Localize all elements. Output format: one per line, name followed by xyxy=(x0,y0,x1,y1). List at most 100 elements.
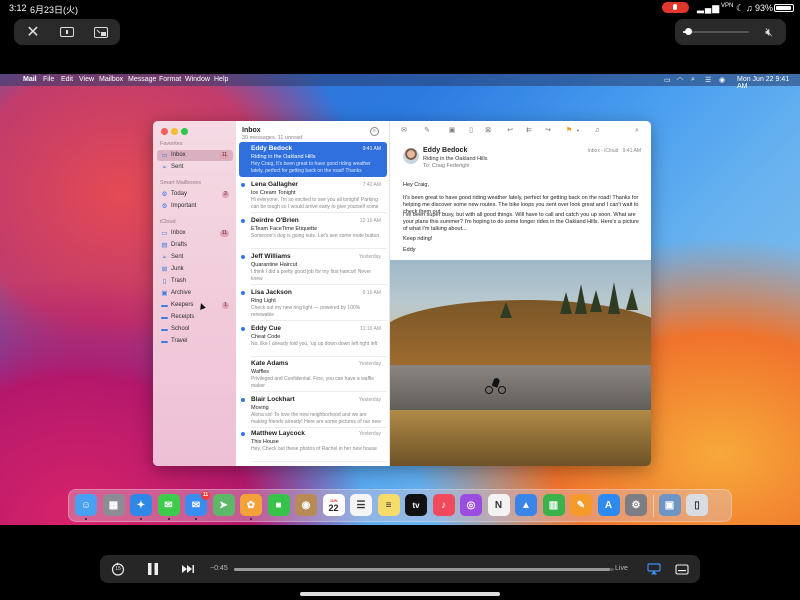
sidebar-item-keepers[interactable]: ▬ Keepers 1 xyxy=(157,300,233,311)
dock-app-keynote[interactable]: ▲ xyxy=(515,494,537,516)
pause-button[interactable] xyxy=(144,560,162,578)
list-item[interactable]: Blair Lockhart Yesterday Moving Aloha sis! … xyxy=(239,393,387,428)
sidebar-item-important[interactable]: ⚙ Important xyxy=(157,201,233,212)
pip-resize-button[interactable] xyxy=(50,19,84,45)
sidebar-item-junk[interactable]: ⊠ Junk xyxy=(157,264,233,275)
list-item[interactable]: Matthew Laycock Yesterday This House Hey, C… xyxy=(239,427,387,462)
dock-app-pages[interactable]: ✎ xyxy=(570,494,592,516)
message-time: 11:16 AM xyxy=(360,326,381,332)
filter-icon[interactable]: ≡ xyxy=(370,127,379,136)
list-item[interactable]: Eddy Bedock 9:41 AM Riding in the Oakland … xyxy=(239,142,387,177)
menu-help[interactable]: Help xyxy=(214,76,228,83)
dock-app-photos[interactable]: ✿ xyxy=(240,494,262,520)
sidebar-item-fav-sent[interactable]: ➢ Sent xyxy=(157,162,233,173)
wifi-menu-icon[interactable]: ◠ xyxy=(677,76,683,84)
bell-icon[interactable]: ♫ xyxy=(593,127,601,135)
forward-icon[interactable]: ↪ xyxy=(544,127,552,135)
search-icon[interactable]: ⌕ xyxy=(691,76,695,84)
dock-app-launchpad[interactable]: ▦ xyxy=(102,494,125,516)
list-item[interactable]: Deirdre O'Brien 12:16 AM ETeam FaceTime Et… xyxy=(239,214,387,249)
system-preferences-icon: ⚙ xyxy=(631,499,641,511)
dock-app-contacts[interactable]: ◉ xyxy=(295,494,317,516)
sidebar-item-receipts[interactable]: ▬ Receipts xyxy=(157,312,233,323)
menu-edit[interactable]: Edit xyxy=(61,76,73,83)
airplay-icon[interactable] xyxy=(645,560,663,578)
dock-app-notes[interactable]: ≡ xyxy=(377,494,400,516)
dock-app-maps[interactable]: ➤ xyxy=(212,494,235,516)
volume-slider[interactable] xyxy=(683,28,749,35)
menu-mail[interactable]: Mail xyxy=(23,76,37,83)
sidebar-item-school[interactable]: ▬ School xyxy=(157,324,233,335)
dock-app-trash[interactable]: ▯ xyxy=(686,494,708,516)
dock-app-system-preferences[interactable]: ⚙ xyxy=(625,494,647,516)
siri-icon[interactable]: ◉ xyxy=(719,76,725,84)
message-subject: Quarantine Haircut xyxy=(251,262,298,268)
dock-app-music[interactable]: ♪ xyxy=(432,494,455,516)
pip-exit-icon[interactable] xyxy=(84,19,118,45)
search-icon[interactable]: ⌕ xyxy=(633,127,641,135)
subtitles-icon[interactable] xyxy=(673,560,691,578)
dock-app-preview[interactable]: ▣ xyxy=(658,494,681,516)
airplay-icon[interactable]: ▭ xyxy=(664,76,671,84)
junk-icon[interactable]: ⊠ xyxy=(484,127,492,135)
sidebar-item-archive[interactable]: ▣ Archive xyxy=(157,288,233,299)
volume-control: 🔇︎ xyxy=(675,19,786,45)
chevron-down-icon[interactable]: ▼ xyxy=(574,127,582,135)
menu-message[interactable]: Message xyxy=(128,76,156,83)
reminders-icon: ☰ xyxy=(356,499,366,511)
dock-app-messages[interactable]: ✉ xyxy=(157,494,180,520)
dock-app-mail[interactable]: ✉ 11 xyxy=(185,491,210,520)
sidebar-item-sent[interactable]: ➢ Sent xyxy=(157,252,233,263)
compose-icon[interactable]: ✎ xyxy=(423,127,431,135)
dock-app-numbers[interactable]: ▥ xyxy=(542,494,565,516)
envelope-icon[interactable]: ✉ xyxy=(400,127,408,135)
dock: ☺ ▦ ✦ ✉ ✉ 11 ➤ ✿ ■ ◉ JUN 22 ☰ ≡ tv ♪ ◎ N ▲ ▥ ✎ A ⚙ ▣ ▯ xyxy=(68,489,732,522)
dock-app-facetime[interactable]: ■ xyxy=(267,494,290,516)
archive-icon[interactable]: ▣ xyxy=(448,127,456,135)
trash-icon[interactable]: ▯ xyxy=(467,127,475,135)
dock-app-news[interactable]: N xyxy=(487,494,510,516)
skip-forward-icon[interactable] xyxy=(179,560,197,578)
menu-mailbox[interactable]: Mailbox xyxy=(99,76,123,83)
dock-app-podcasts[interactable]: ◎ xyxy=(460,494,482,516)
list-item[interactable]: Eddy Cue 11:16 AM Cheat Code No, like I alr… xyxy=(239,322,387,357)
message-time: Yesterday xyxy=(358,431,381,437)
sidebar-item-fav-inbox[interactable]: ▭ Inbox 11 xyxy=(157,150,233,161)
mute-icon[interactable]: 🔇︎ xyxy=(755,19,783,45)
volume-knob[interactable] xyxy=(685,28,692,35)
sidebar-item-travel[interactable]: ▬ Travel xyxy=(157,336,233,347)
zoom-window-button[interactable] xyxy=(181,128,188,135)
close-window-button[interactable] xyxy=(161,128,168,135)
close-icon[interactable]: ✕ xyxy=(16,19,50,45)
reply-icon[interactable]: ↩ xyxy=(506,127,514,135)
flag-icon[interactable]: ⚑ xyxy=(565,127,573,135)
menu-clock[interactable]: Mon Jun 22 9:41 AM xyxy=(737,76,800,90)
contacts-icon: ◉ xyxy=(301,499,311,511)
sidebar-item-drafts[interactable]: ▤ Drafts xyxy=(157,240,233,251)
menu-window[interactable]: Window xyxy=(185,76,210,83)
list-item[interactable]: Lisa Jackson 6:16 AM Ring Light Check out m… xyxy=(239,286,387,321)
message-subject: Moving xyxy=(251,405,269,411)
sidebar-item-trash[interactable]: ▯ Trash xyxy=(157,276,233,287)
menu-file[interactable]: File xyxy=(43,76,54,83)
dock-app-reminders[interactable]: ☰ xyxy=(350,494,372,516)
dock-app-tv[interactable]: tv xyxy=(405,494,427,516)
control-center-icon[interactable]: ☰ xyxy=(705,76,711,84)
menu-view[interactable]: View xyxy=(79,76,94,83)
dock-app-safari[interactable]: ✦ xyxy=(130,494,152,520)
dock-app-finder[interactable]: ☺ xyxy=(75,494,97,520)
list-item[interactable]: Jeff Williams Yesterday Quarantine Haircut… xyxy=(239,250,387,285)
list-item[interactable]: Lena Gallagher 7:40 AM Ice Cream Tonight Hi… xyxy=(239,178,387,213)
notes-icon: ≡ xyxy=(385,499,392,511)
skip-back-15-button[interactable]: 15 xyxy=(108,560,128,578)
menu-format[interactable]: Format xyxy=(159,76,181,83)
list-item[interactable]: Kate Adams Yesterday Waffles Privileged and… xyxy=(239,357,387,392)
scrub-bar[interactable] xyxy=(234,568,614,571)
minimize-window-button[interactable] xyxy=(171,128,178,135)
dock-app-calendar[interactable]: JUN 22 xyxy=(322,494,345,516)
home-indicator[interactable] xyxy=(300,592,500,596)
sidebar-item-today[interactable]: ⚙ Today 2 xyxy=(157,189,233,200)
dock-app-app-store[interactable]: A xyxy=(597,494,620,516)
reply-all-icon[interactable]: ⇇ xyxy=(525,127,533,135)
sidebar-item-icloud-inbox[interactable]: ▭ Inbox 11 xyxy=(157,228,233,239)
